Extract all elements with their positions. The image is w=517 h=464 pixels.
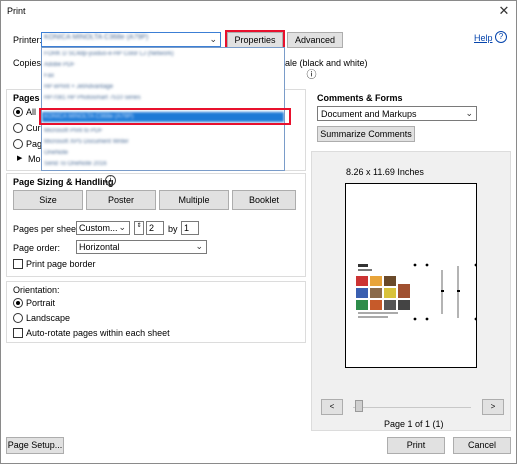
- triangle-right-icon[interactable]: ▶: [17, 154, 22, 162]
- preview-sheet-content: [356, 263, 478, 321]
- print-border-label: Print page border: [26, 259, 96, 269]
- chevron-down-icon: ⌄: [118, 222, 126, 232]
- info-icon[interactable]: i: [105, 175, 116, 186]
- pages-per-sheet-label: Pages per sheet:: [13, 224, 82, 234]
- copies-label: Copies:: [13, 58, 44, 68]
- tab-booklet[interactable]: Booklet: [232, 190, 296, 210]
- page-indicator: Page 1 of 1 (1): [384, 419, 444, 429]
- radio-all[interactable]: [13, 107, 23, 117]
- chevron-down-icon: ⌄: [465, 108, 473, 118]
- printer-select[interactable]: KONICA MINOLTA C368e (A79P) ⌄: [41, 32, 221, 47]
- comments-forms-header: Comments & Forms: [317, 93, 403, 103]
- printer-option[interactable]: OneNote: [42, 148, 284, 158]
- print-preview-area: 8.26 x 11.69 Inches: [311, 151, 511, 431]
- pages-per-sheet-select[interactable]: Custom... ⌄: [76, 221, 130, 235]
- preview-sheet: [345, 183, 478, 368]
- info-icon: ⓘ: [306, 70, 317, 81]
- rows-value: 1: [184, 223, 190, 233]
- page-order-select[interactable]: Horizontal ⌄: [76, 240, 207, 254]
- printer-selected-value: KONICA MINOLTA C368e (A79P): [44, 34, 149, 41]
- tab-multiple[interactable]: Multiple: [159, 190, 229, 210]
- highlight-box-printer-option: [39, 108, 291, 125]
- radio-landscape[interactable]: [13, 313, 23, 323]
- comments-forms-select[interactable]: Document and Markups ⌄: [317, 106, 477, 121]
- window-title: Print: [7, 6, 26, 16]
- auto-rotate-label: Auto-rotate pages within each sheet: [26, 328, 170, 338]
- tab-poster[interactable]: Poster: [86, 190, 156, 210]
- more-options-label[interactable]: Mo: [28, 154, 41, 164]
- title-bar: Print ✕: [1, 1, 516, 23]
- chevron-left-icon: <: [329, 402, 335, 411]
- printer-option[interactable]: Fax: [42, 71, 284, 81]
- advanced-button[interactable]: Advanced: [287, 32, 343, 48]
- radio-all-label: All: [26, 107, 37, 117]
- help-icon[interactable]: ?: [495, 31, 507, 43]
- page-order-label: Page order:: [13, 243, 61, 253]
- page-slider-thumb[interactable]: [355, 400, 363, 412]
- printer-label: Printer:: [13, 35, 43, 45]
- page-setup-button[interactable]: Page Setup...: [6, 437, 64, 454]
- cols-spinner[interactable]: ⇕: [134, 221, 144, 235]
- next-page-button[interactable]: >: [482, 399, 504, 415]
- by-label: by: [168, 224, 178, 234]
- comments-forms-value: Document and Markups: [321, 109, 417, 119]
- radio-portrait-label: Portrait: [26, 298, 56, 308]
- printer-option[interactable]: HP7081 HP Photosmart 7510 series: [42, 93, 284, 103]
- printer-option[interactable]: HP ePrint + JetAdvantage: [42, 82, 284, 92]
- print-button[interactable]: Print: [387, 437, 445, 454]
- chevron-down-icon: ⌄: [209, 34, 217, 44]
- chevron-down-icon: ⌄: [195, 241, 203, 251]
- printer-option[interactable]: Microsoft XPS Document Writer: [42, 137, 284, 147]
- help-link[interactable]: Help: [474, 33, 493, 43]
- paper-size-label: 8.26 x 11.69 Inches: [346, 167, 424, 177]
- radio-pages[interactable]: [13, 139, 23, 149]
- printer-option[interactable]: Send To OneNote 2016: [42, 159, 284, 169]
- chevron-right-icon: >: [490, 402, 496, 411]
- printer-option[interactable]: Microsoft Print to PDF: [42, 126, 284, 136]
- print-border-checkbox[interactable]: [13, 259, 23, 269]
- prev-page-button[interactable]: <: [321, 399, 343, 415]
- grayscale-label: ale (black and white): [285, 58, 368, 68]
- page-sizing-header: Page Sizing & Handling: [13, 177, 114, 187]
- summarize-comments-button[interactable]: Summarize Comments: [317, 126, 415, 142]
- radio-current[interactable]: [13, 123, 23, 133]
- tab-size[interactable]: Size: [13, 190, 83, 210]
- printer-option[interactable]: FORK D SC4dp-yuiduo-e-HP Color LJ (Netwo…: [42, 49, 284, 59]
- orientation-header: Orientation:: [13, 285, 60, 295]
- rows-input[interactable]: 1: [181, 221, 199, 235]
- page-slider-track[interactable]: [353, 407, 471, 408]
- cols-input[interactable]: 2: [146, 221, 164, 235]
- printer-option[interactable]: Adobe PDF: [42, 60, 284, 70]
- radio-portrait[interactable]: [13, 298, 23, 308]
- pages-per-sheet-value: Custom...: [79, 223, 118, 233]
- cancel-button[interactable]: Cancel: [453, 437, 511, 454]
- close-icon[interactable]: ✕: [496, 3, 512, 19]
- print-dialog: Print ✕ Printer: KONICA MINOLTA C368e (A…: [0, 0, 517, 464]
- radio-landscape-label: Landscape: [26, 313, 71, 323]
- page-order-value: Horizontal: [79, 242, 120, 252]
- auto-rotate-checkbox[interactable]: [13, 328, 23, 338]
- cols-value: 2: [149, 223, 155, 233]
